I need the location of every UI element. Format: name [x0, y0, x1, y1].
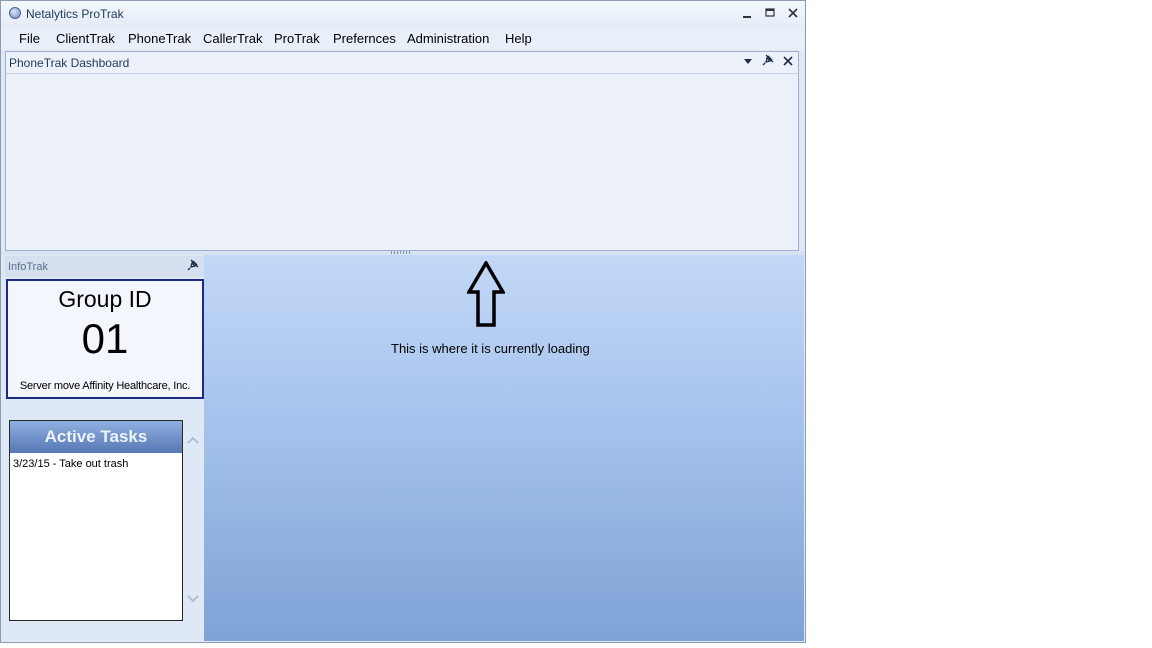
menu-callertrak[interactable]: CallerTrak — [203, 31, 262, 46]
scroll-down-button[interactable] — [187, 592, 199, 607]
list-item[interactable]: 3/23/15 - Take out trash — [13, 458, 128, 470]
menu-preferences[interactable]: Prefernces — [333, 31, 396, 46]
menu-clienttrak[interactable]: ClientTrak — [56, 31, 115, 46]
dashboard-dropdown-button[interactable] — [740, 54, 756, 70]
minimize-icon — [743, 16, 751, 18]
arrow-up-icon — [467, 261, 505, 327]
pin-icon — [187, 259, 199, 271]
menu-file[interactable]: File — [19, 31, 40, 46]
dashboard-pin-button[interactable] — [760, 54, 776, 70]
phonetrak-dashboard-panel: PhoneTrak Dashboard — [5, 51, 799, 251]
scroll-up-button[interactable] — [187, 433, 199, 448]
main-content-area: This is where it is currently loading — [204, 255, 804, 641]
group-id-label: Group ID — [58, 286, 152, 312]
loading-annotation: This is where it is currently loading — [391, 341, 590, 356]
chevron-down-icon — [187, 595, 199, 603]
close-button[interactable] — [782, 5, 804, 23]
menu-protrak[interactable]: ProTrak — [274, 31, 320, 46]
group-id-value: 01 — [81, 315, 129, 362]
infotrak-pin-button[interactable] — [185, 259, 201, 275]
menu-phonetrak[interactable]: PhoneTrak — [128, 31, 191, 46]
dashboard-close-button[interactable] — [780, 54, 796, 70]
group-name: Server move Affinity Healthcare, Inc. — [19, 380, 191, 392]
infotrak-header: InfoTrak — [5, 256, 204, 277]
maximize-button[interactable] — [759, 5, 781, 23]
infotrak-title: InfoTrak — [8, 261, 48, 273]
title-bar[interactable]: Netalytics ProTrak — [1, 1, 805, 27]
menu-administration[interactable]: Administration — [407, 31, 489, 46]
infotrak-panel: InfoTrak Group ID 01 Server move Affinit… — [5, 256, 208, 641]
menu-help[interactable]: Help — [505, 31, 532, 46]
main-window: Netalytics ProTrak File ClientTrak Phone… — [0, 0, 806, 643]
maximize-icon — [765, 8, 775, 17]
splitter-grip[interactable] — [391, 251, 411, 254]
close-icon — [783, 56, 793, 66]
dashboard-title: PhoneTrak Dashboard — [9, 56, 130, 70]
group-id-box: Group ID 01 Server move Affinity Healthc… — [6, 279, 204, 399]
pin-icon — [762, 54, 774, 66]
dashboard-header: PhoneTrak Dashboard — [6, 52, 798, 74]
chevron-up-icon — [187, 436, 199, 444]
active-tasks-list: Active Tasks 3/23/15 - Take out trash — [9, 420, 183, 621]
minimize-button[interactable] — [736, 5, 758, 23]
active-tasks-header: Active Tasks — [10, 421, 182, 453]
menu-bar: File ClientTrak PhoneTrak CallerTrak Pro… — [1, 27, 805, 50]
window-title: Netalytics ProTrak — [26, 7, 124, 21]
close-icon — [788, 8, 798, 18]
app-icon[interactable] — [9, 7, 21, 19]
chevron-down-icon — [744, 59, 752, 64]
